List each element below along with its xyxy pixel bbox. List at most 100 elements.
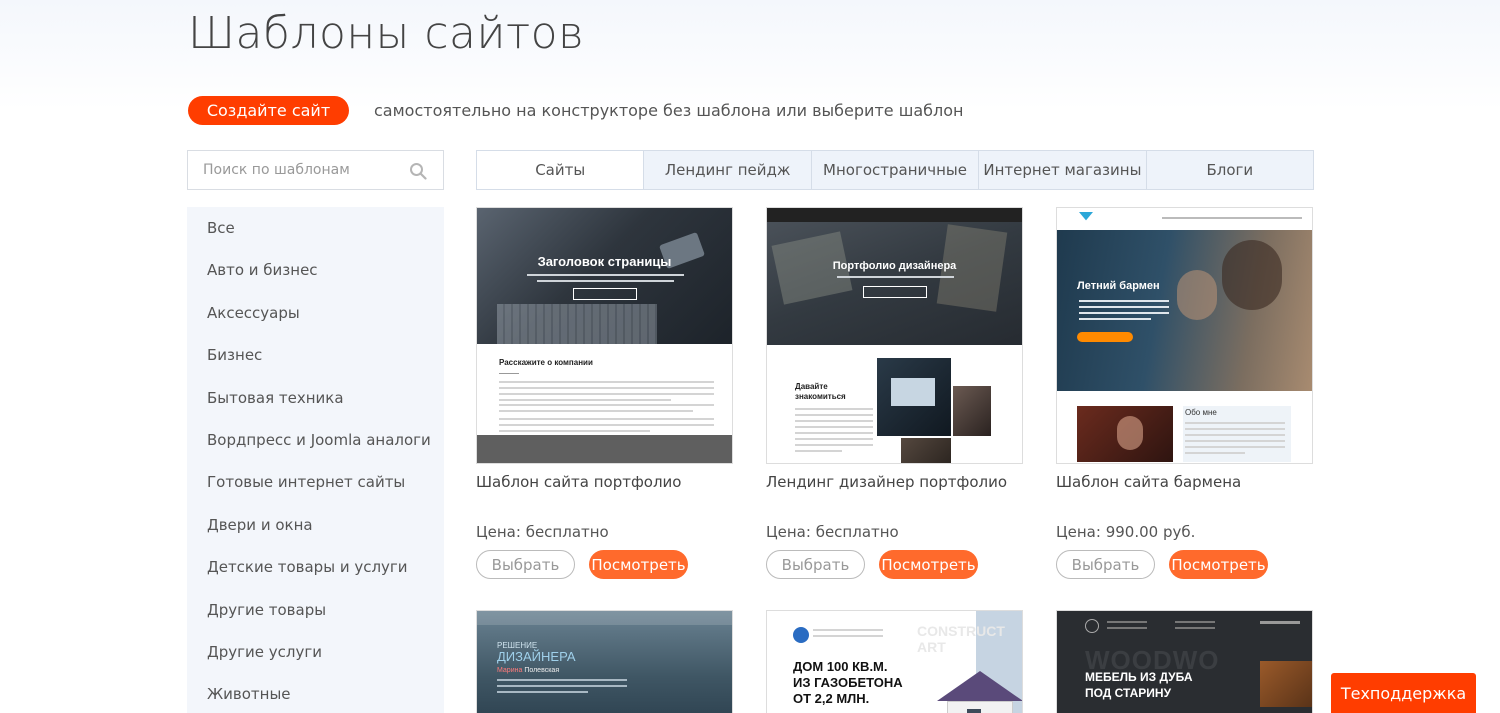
- preview-heading-line: ИЗ ГАЗОБЕТОНА: [793, 675, 903, 690]
- sidebar-item-other-services[interactable]: Другие услуги: [187, 631, 444, 673]
- preview-section-title-line: Давайте: [795, 382, 828, 391]
- preview-company-text: [813, 629, 883, 641]
- template-card: Заголовок страницы Расскажите о компании…: [476, 207, 733, 579]
- preview-list: [1079, 300, 1169, 324]
- template-card: CONSTRUCT ART ДОМ 100 КВ.М. ИЗ ГАЗОБЕТОН…: [766, 610, 1023, 713]
- preview-hero-button: [573, 288, 637, 300]
- tab-landing[interactable]: Лендинг пейдж: [643, 151, 811, 189]
- select-button[interactable]: Выбрать: [1056, 550, 1155, 579]
- template-name[interactable]: Лендинг дизайнер портфолио: [766, 473, 1066, 491]
- template-card: РЕШЕНИЕ ДИЗАЙНЕРА Марина Полевская: [476, 610, 733, 713]
- preview-person: [1222, 240, 1282, 310]
- view-button[interactable]: Посмотреть: [1169, 550, 1268, 579]
- preview-nav-bar: [477, 611, 732, 625]
- template-preview[interactable]: WOODWO МЕБЕЛЬ ИЗ ДУБА ПОД СТАРИНУ: [1056, 610, 1313, 713]
- sidebar-item-accessories[interactable]: Аксессуары: [187, 292, 444, 334]
- preview-text-line: [537, 280, 674, 282]
- preview-nav-bar: [1057, 208, 1312, 230]
- tab-blogs[interactable]: Блоги: [1145, 151, 1314, 189]
- preview-text-line: [527, 274, 684, 276]
- tab-shops[interactable]: Интернет магазины: [978, 151, 1146, 189]
- preview-hero-button: [863, 286, 927, 298]
- template-name[interactable]: Шаблон сайта бармена: [1056, 473, 1356, 491]
- sidebar-item-business[interactable]: Бизнес: [187, 334, 444, 376]
- template-price: Цена: 990.00 руб.: [1056, 523, 1196, 541]
- preview-hero: РЕШЕНИЕ ДИЗАЙНЕРА Марина Полевская: [477, 611, 732, 713]
- select-button[interactable]: Выбрать: [766, 550, 865, 579]
- preview-section-title: Обо мне: [1185, 408, 1217, 417]
- preview-heading: ДИЗАЙНЕРА: [497, 649, 576, 664]
- preview-section-title-line: знакомиться: [795, 392, 846, 401]
- preview-heading: МЕБЕЛЬ ИЗ ДУБА ПОД СТАРИНУ: [1085, 669, 1192, 701]
- select-button[interactable]: Выбрать: [476, 550, 575, 579]
- preview-heading-line: ОТ 2,2 МЛН.: [793, 691, 870, 706]
- preview-paragraph: [497, 679, 627, 697]
- template-price: Цена: бесплатно: [476, 523, 609, 541]
- preview-paragraph: [499, 404, 714, 416]
- template-preview[interactable]: Летний бармен Обо мне: [1056, 207, 1313, 464]
- preview-phone: [1260, 621, 1300, 624]
- category-sidebar: Все Авто и бизнес Аксессуары Бизнес Быто…: [187, 207, 444, 713]
- create-site-description: самостоятельно на конструкторе без шабло…: [374, 101, 964, 120]
- sidebar-item-all[interactable]: Все: [187, 207, 444, 249]
- sidebar-item-kids[interactable]: Детские товары и услуги: [187, 546, 444, 588]
- preview-heading: ДОМ 100 КВ.М. ИЗ ГАЗОБЕТОНА ОТ 2,2 МЛН.: [793, 659, 903, 707]
- tab-multipage[interactable]: Многостраничные: [810, 151, 979, 189]
- preview-portrait-photo: [953, 386, 991, 436]
- page-title: Шаблоны сайтов: [188, 8, 585, 59]
- preview-footer: [477, 435, 732, 463]
- preview-text-line: [837, 276, 954, 278]
- preview-laptop-photo: [877, 358, 951, 436]
- search-icon[interactable]: [409, 162, 427, 180]
- template-card: Портфолио дизайнера Давайте знакомиться …: [766, 207, 1023, 579]
- template-preview[interactable]: Портфолио дизайнера Давайте знакомиться: [766, 207, 1023, 464]
- preview-hero: Летний бармен: [1057, 230, 1312, 391]
- preview-hero-button: [1077, 332, 1133, 342]
- preview-heading-line: МЕБЕЛЬ ИЗ ДУБА: [1085, 670, 1193, 684]
- view-button[interactable]: Посмотреть: [879, 550, 978, 579]
- preview-hero: Заголовок страницы: [477, 208, 732, 344]
- preview-furniture-photo: [1260, 661, 1312, 707]
- sidebar-item-ready-sites[interactable]: Готовые интернет сайты: [187, 461, 444, 503]
- sidebar-item-animals[interactable]: Животные: [187, 673, 444, 713]
- template-card: Летний бармен Обо мне Шаблон сайта барме…: [1056, 207, 1313, 579]
- preview-photo: [901, 438, 951, 463]
- preview-paragraph: [499, 381, 714, 405]
- sidebar-item-wordpress-joomla[interactable]: Вордпресс и Joomla аналоги: [187, 419, 444, 461]
- sidebar-item-auto-business[interactable]: Авто и бизнес: [187, 249, 444, 291]
- house-icon: [937, 671, 1022, 713]
- preview-person: [1177, 270, 1217, 320]
- template-type-tabs: Сайты Лендинг пейдж Многостраничные Инте…: [476, 150, 1314, 190]
- sidebar-item-doors-windows[interactable]: Двери и окна: [187, 504, 444, 546]
- preview-paragraph: [795, 408, 873, 456]
- preview-bg-text: CONSTRUCT ART: [917, 623, 1005, 655]
- preview-subtitle-rest: Полевская: [522, 667, 560, 674]
- preview-section-title: Давайте знакомиться: [795, 382, 846, 402]
- preview-heading-line: ПОД СТАРИНУ: [1085, 686, 1172, 700]
- preview-keyboard: [497, 304, 657, 344]
- preview-divider: [499, 373, 519, 374]
- preview-section-title: Расскажите о компании: [499, 358, 593, 367]
- template-preview[interactable]: Заголовок страницы Расскажите о компании: [476, 207, 733, 464]
- preview-heading: Заголовок страницы: [537, 254, 672, 269]
- tab-sites[interactable]: Сайты: [477, 151, 644, 189]
- preview-about: Обо мне: [1183, 406, 1291, 462]
- create-site-button[interactable]: Создайте сайт: [188, 96, 349, 125]
- sidebar-item-appliances[interactable]: Бытовая техника: [187, 377, 444, 419]
- template-preview[interactable]: РЕШЕНИЕ ДИЗАЙНЕРА Марина Полевская: [476, 610, 733, 713]
- preview-photo: [1077, 406, 1173, 462]
- preview-contact-text: [1175, 621, 1215, 633]
- company-logo-icon: [793, 627, 809, 643]
- sidebar-item-other-goods[interactable]: Другие товары: [187, 589, 444, 631]
- preview-hero: Портфолио дизайнера: [767, 208, 1022, 345]
- preview-heading: Портфолио дизайнера: [832, 260, 957, 272]
- search-input[interactable]: [203, 151, 403, 189]
- support-button[interactable]: Техподдержка: [1331, 673, 1476, 713]
- preview-paragraph: [499, 418, 714, 436]
- template-preview[interactable]: CONSTRUCT ART ДОМ 100 КВ.М. ИЗ ГАЗОБЕТОН…: [766, 610, 1023, 713]
- preview-heading-line: ДОМ 100 КВ.М.: [793, 659, 888, 674]
- template-name[interactable]: Шаблон сайта портфолио: [476, 473, 776, 491]
- template-price: Цена: бесплатно: [766, 523, 899, 541]
- template-search: [187, 150, 444, 190]
- view-button[interactable]: Посмотреть: [589, 550, 688, 579]
